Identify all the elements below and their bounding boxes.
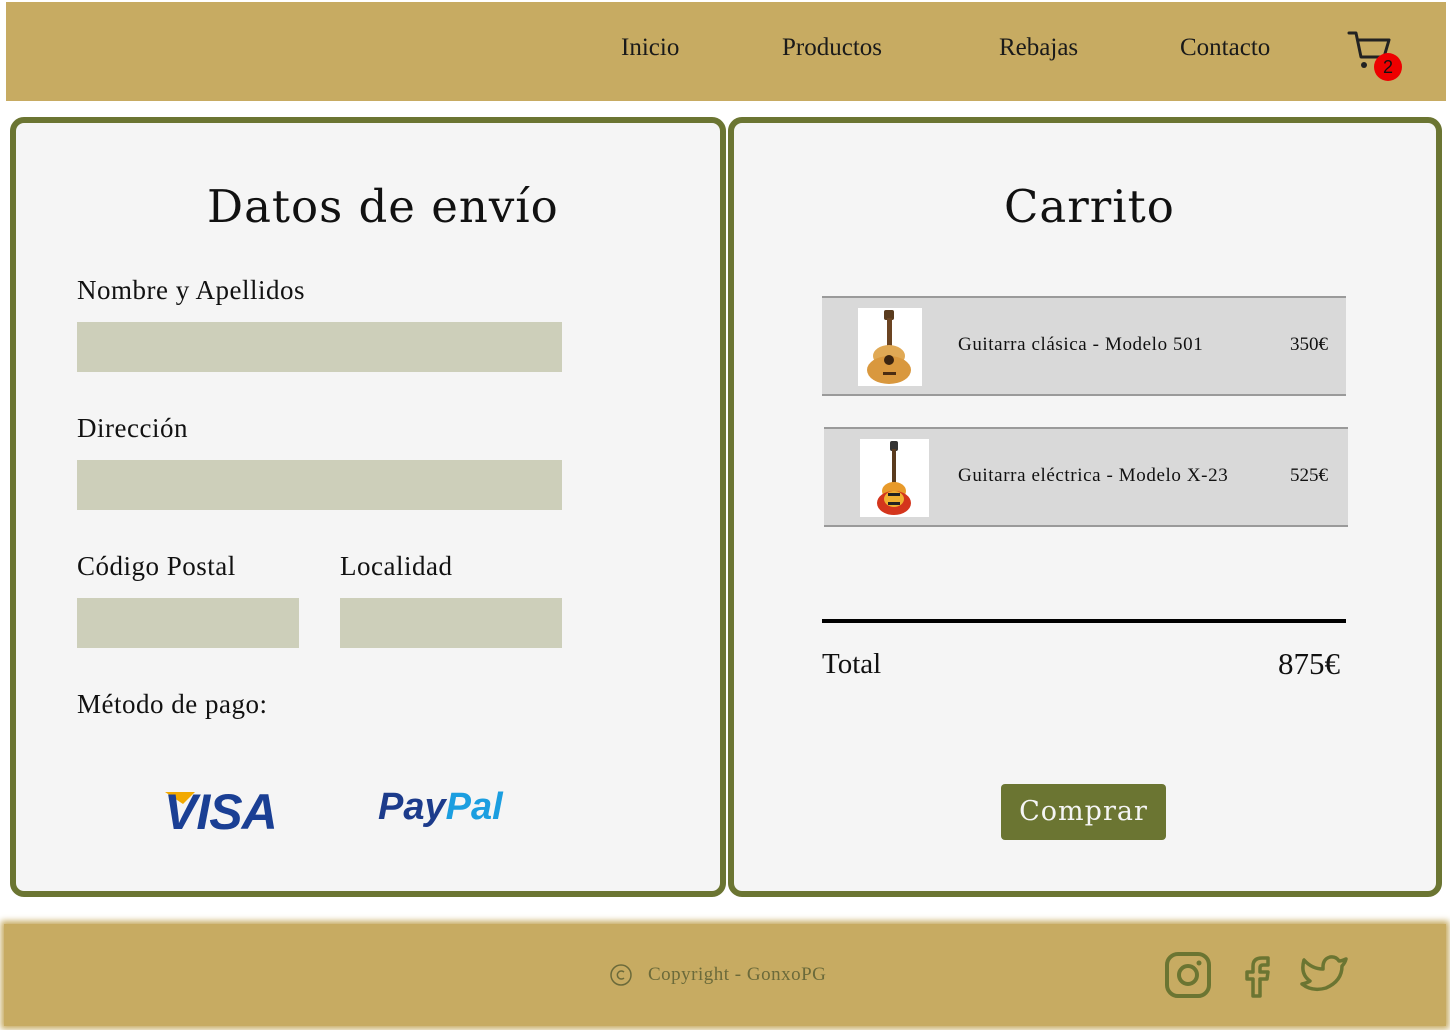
nav-rebajas[interactable]: Rebajas xyxy=(999,34,1078,62)
nav-inicio[interactable]: Inicio xyxy=(621,34,679,62)
cart-item-name: Guitarra clásica - Modelo 501 xyxy=(958,334,1204,355)
buy-button[interactable]: Comprar xyxy=(1001,784,1166,840)
address-label: Dirección xyxy=(77,413,188,443)
shipping-title: Datos de envío xyxy=(207,180,559,233)
postal-code-input[interactable] xyxy=(77,598,299,648)
twitter-icon[interactable] xyxy=(1298,950,1350,1000)
city-input[interactable] xyxy=(340,598,562,648)
name-label: Nombre y Apellidos xyxy=(77,275,305,305)
paypal-logo[interactable]: PayPal xyxy=(378,786,503,829)
visa-logo[interactable]: VISA xyxy=(164,783,278,841)
copyright-icon xyxy=(610,964,632,986)
paypal-logo-part2: Pal xyxy=(445,786,503,828)
nav-contacto[interactable]: Contacto xyxy=(1180,34,1270,62)
cart-item-price: 525€ xyxy=(1290,465,1328,486)
postal-code-label: Código Postal xyxy=(77,551,236,581)
electric-guitar-image xyxy=(860,439,929,517)
cart-title: Carrito xyxy=(1004,180,1175,233)
address-input[interactable] xyxy=(77,460,562,510)
total-label: Total xyxy=(822,648,882,680)
facebook-icon[interactable] xyxy=(1232,950,1282,1000)
classical-guitar-image xyxy=(858,308,922,386)
cart-item-price: 350€ xyxy=(1290,334,1328,355)
total-value: 875€ xyxy=(1278,646,1340,681)
cart-item[interactable]: Guitarra clásica - Modelo 501 350€ xyxy=(822,296,1346,396)
payment-method-label: Método de pago: xyxy=(77,689,268,719)
paypal-logo-part1: Pay xyxy=(378,786,446,828)
total-divider xyxy=(822,619,1346,623)
nav-productos[interactable]: Productos xyxy=(782,34,882,62)
name-input[interactable] xyxy=(77,322,562,372)
copyright-text: Copyright - GonxoPG xyxy=(648,964,827,985)
cart-item-name: Guitarra eléctrica - Modelo X-23 xyxy=(958,465,1229,486)
cart-item[interactable]: Guitarra eléctrica - Modelo X-23 525€ xyxy=(824,427,1348,527)
cart-count-badge: 2 xyxy=(1374,53,1402,81)
instagram-icon[interactable] xyxy=(1163,950,1213,1000)
city-label: Localidad xyxy=(340,551,453,581)
